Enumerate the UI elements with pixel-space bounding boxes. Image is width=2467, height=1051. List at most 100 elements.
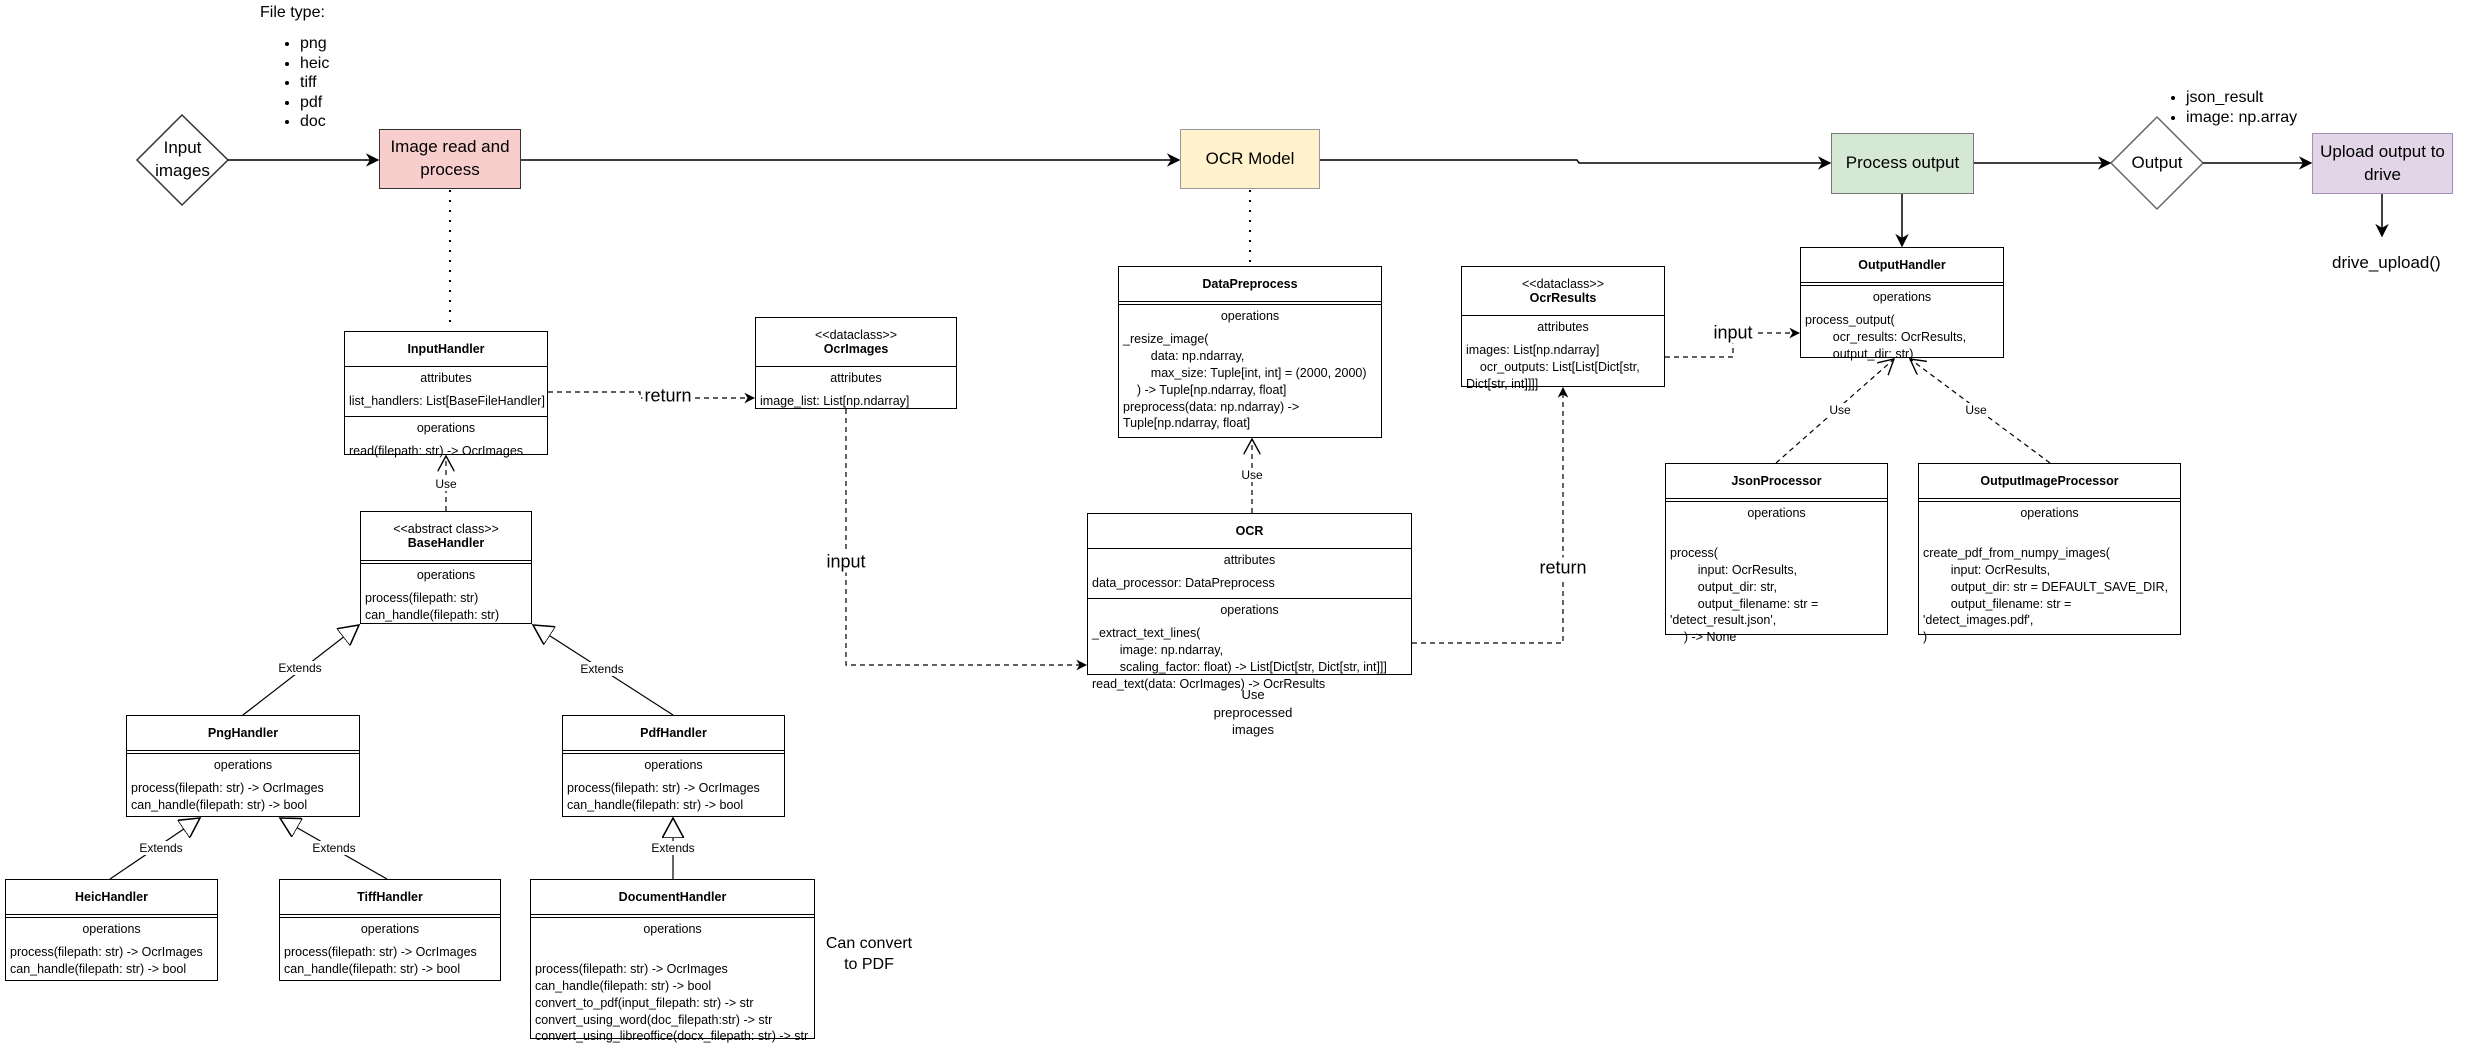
file-type-title: File type: [260,4,325,21]
operation-line: create_pdf_from_numpy_images( [1923,545,2110,560]
edge-ocr-to-process [1320,156,1832,170]
operation-line: convert_to_pdf(input_filepath: str) -> s… [535,995,754,1010]
operation-line: process(filepath: str) [365,591,479,605]
image-read-node: Image read and process [379,129,521,189]
class-heic-handler: HeicHandler operations process(filepath: s… [5,879,218,981]
class-ocr: OCR attributes data_processor: DataPreproc… [1087,513,1412,691]
operation-line: input: OcrResults, [1923,562,2051,577]
class-operations-section: operations process(filepath: str) -> OcrI… [280,918,500,984]
class-operations-section: operations create_pdf_from_numpy_images(… [1919,502,2180,652]
operation-line: process_output( [1805,313,1895,327]
operation-line: image: np.ndarray, [1092,642,1224,657]
class-input-handler: InputHandler attributes list_handlers: Lis… [344,331,548,458]
operation-line: can_handle(filepath: str) -> bool [535,978,712,993]
section-title: attributes [420,371,472,385]
drive-upload-label: drive_upload() [2332,253,2441,272]
class-header: <<dataclass>> OcrImages [756,318,956,367]
class-attributes-section: attributes data_processor: DataPreprocess [1088,549,1411,598]
class-name: HeicHandler [75,890,148,904]
section-title: operations [644,758,703,772]
class-name: PdfHandler [640,726,707,740]
operation-line: input: OcrResults, [1670,562,1798,577]
class-header: OutputHandler [1801,248,2003,286]
operation-line [1670,528,1883,545]
class-operations-section: operations process(filepath: str) -> OcrI… [563,754,784,820]
operation-line: ) -> Tuple[np.ndarray, float] [1123,382,1287,397]
class-header: HeicHandler [6,880,217,918]
section-title: attributes [830,371,882,385]
edge-ocr-return-ocrresults [1412,386,1569,644]
class-name: OCR [1235,524,1264,538]
class-header: OCR [1088,514,1411,549]
operation-line: _extract_text_lines( [1092,625,1201,640]
class-operations-section: operations process(filepath: str) -> OcrI… [127,754,359,820]
operation-line: can_handle(filepath: str) -> bool [10,961,187,976]
operation-line: process(filepath: str) -> OcrImages [535,961,728,976]
operation-line: output_filename: str = [1670,596,1819,611]
return-label: return [1537,557,1589,579]
class-attributes-section: attributes image_list: List[np.ndarray] [756,367,956,416]
operation-line: preprocess(data: np.ndarray) -> [1123,399,1300,414]
section-title: attributes [1223,553,1276,567]
class-header: TiffHandler [280,880,500,918]
operation-line: data: np.ndarray, [1123,348,1245,363]
class-name: OutputHandler [1858,258,1946,272]
class-name: JsonProcessor [1731,474,1822,488]
class-png-handler: PngHandler operations process(filepath: st… [126,715,360,817]
output-list: json_result image: np.array [2160,88,2297,127]
file-type-list: png heic tiff pdf doc [274,34,329,132]
extends-label: Extends [578,662,626,676]
class-data-preprocess: DataPreprocess operations _resize_image( d… [1118,266,1382,438]
class-name: DataPreprocess [1202,277,1298,291]
use-label: Use [1963,403,1989,417]
class-operations-section: operations process( input: OcrResults, o… [1666,502,1887,652]
can-convert-note: Can convert to PDF [825,935,913,973]
use-label: Use [1239,468,1265,482]
class-name: OutputImageProcessor [1980,474,2119,488]
attribute-line: list_handlers: List[BaseFileHandler] [349,394,545,408]
operation-line: _resize_image( [1123,332,1209,346]
class-header: JsonProcessor [1666,464,1887,502]
file-type-item: tiff [300,73,329,93]
operation-line: ) [1923,630,1928,645]
class-header: OutputImageProcessor [1919,464,2180,502]
section-title: operations [360,922,420,936]
class-operations-section: operations process(filepath: str) -> Ocr… [531,918,814,1051]
operation-line [1923,528,2176,545]
class-attributes-section: attributes list_handlers: List[BaseFileHa… [345,367,547,416]
class-output-handler: OutputHandler operations process_output( o… [1800,247,2004,361]
operation-line: ) -> None [1670,630,1737,645]
input-images-node: Input images [155,138,210,180]
class-header: <<dataclass>> OcrResults [1462,267,1664,316]
class-output-image-processor: OutputImageProcessor operations create_pd… [1918,463,2181,644]
class-name: OcrImages [823,342,889,356]
operation-line: Tuple[np.ndarray, float] [1123,416,1251,431]
operation-line: read(filepath: str) -> OcrImages [349,443,524,458]
class-operations-section: operations _resize_image( data: np.ndarra… [1119,305,1381,438]
section-title: attributes [1537,320,1589,334]
class-ocr-results: <<dataclass>> OcrResults attributes images:… [1461,266,1665,391]
class-operations-section: operations _extract_text_lines( image: np… [1088,597,1411,699]
operation-line: scaling_factor: float) -> List[Dict[str,… [1092,659,1387,674]
operation-line: process(filepath: str) -> OcrImages [10,945,203,959]
section-title: operations [213,758,273,772]
return-label: return [642,385,694,407]
operation-line: can_handle(filepath: str) -> bool [284,961,461,976]
operation-line [535,944,810,961]
operation-line: process(filepath: str) -> OcrImages [131,781,324,795]
operation-line: 'detect_result.json', [1670,613,1777,628]
operation-line: output_dir: str = DEFAULT_SAVE_DIR, [1923,579,2169,594]
section-title: operations [2020,506,2079,520]
class-header: PngHandler [127,716,359,754]
upload-node: Upload output to drive [2312,133,2453,194]
use-label: Use [433,477,459,491]
section-title: operations [416,568,476,582]
class-header: InputHandler [345,332,547,367]
operation-line: can_handle(filepath: str) -> bool [567,797,744,812]
operation-line: output_filename: str = [1923,596,2072,611]
file-type-item: heic [300,54,329,74]
attribute-line: ocr_outputs: List[List[Dict[str, [1466,359,1640,374]
use-label: Use [1827,403,1853,417]
class-json-processor: JsonProcessor operations process( input: … [1665,463,1888,644]
class-stereotype: <<abstract class>> [393,522,499,536]
